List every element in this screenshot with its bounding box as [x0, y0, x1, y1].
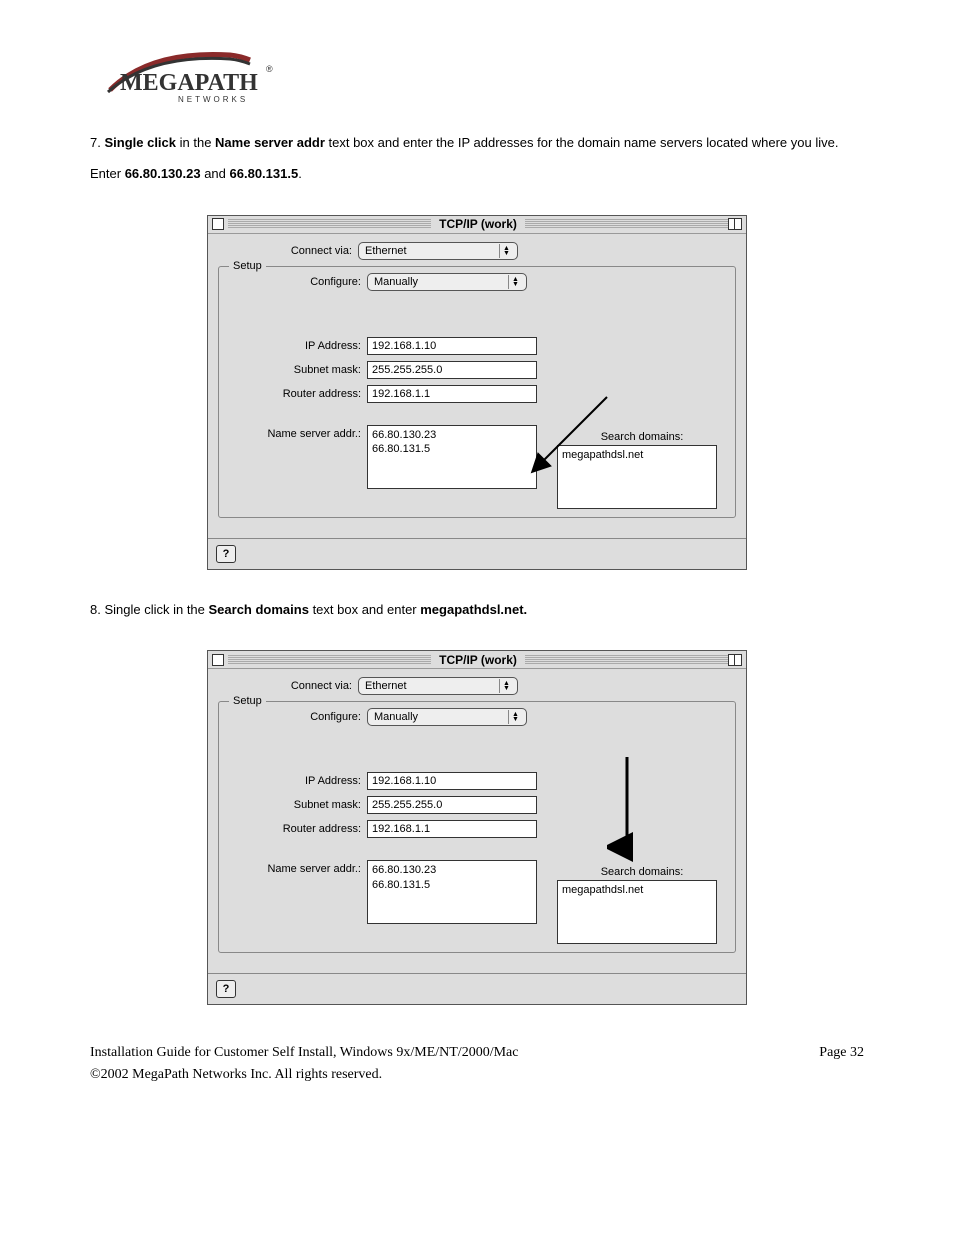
search-domains-input[interactable]: megapathdsl.net: [557, 445, 717, 509]
subnet-mask-label: Subnet mask:: [227, 361, 367, 376]
configure-select[interactable]: Manually ▲▼: [367, 273, 527, 291]
ip-address-label: IP Address:: [227, 772, 367, 787]
configure-select[interactable]: Manually ▲▼: [367, 708, 527, 726]
svg-text:®: ®: [266, 64, 273, 74]
search-domains-input[interactable]: megapathdsl.net: [557, 880, 717, 944]
name-server-label: Name server addr.:: [227, 860, 367, 875]
subnet-mask-input[interactable]: 255.255.255.0: [367, 796, 537, 814]
ip-address-input[interactable]: 192.168.1.10: [367, 337, 537, 355]
configure-label: Configure:: [227, 273, 367, 288]
tcpip-dialog-2: TCP/IP (work) Connect via: Ethernet ▲▼ S…: [207, 650, 747, 1005]
name-server-input[interactable]: 66.80.130.23 66.80.131.5: [367, 860, 537, 924]
connect-via-select[interactable]: Ethernet ▲▼: [358, 677, 518, 695]
tcpip-dialog-1: TCP/IP (work) Connect via: Ethernet ▲▼ S…: [207, 215, 747, 570]
router-address-label: Router address:: [227, 385, 367, 400]
megapath-logo: MEGAPATH ® NETWORKS: [90, 40, 864, 113]
dropdown-icon: ▲▼: [508, 275, 522, 289]
router-address-label: Router address:: [227, 820, 367, 835]
name-server-input[interactable]: 66.80.130.23 66.80.131.5: [367, 425, 537, 489]
dropdown-icon: ▲▼: [499, 679, 513, 693]
step7-values: Enter 66.80.130.23 and 66.80.131.5.: [90, 164, 864, 185]
subnet-mask-label: Subnet mask:: [227, 796, 367, 811]
router-address-input[interactable]: 192.168.1.1: [367, 385, 537, 403]
step8-instruction: 8. Single click in the Search domains te…: [90, 600, 864, 621]
page-footer: Installation Guide for Customer Self Ins…: [90, 1045, 864, 1061]
connect-via-label: Connect via:: [218, 242, 358, 257]
collapse-icon[interactable]: [728, 654, 742, 666]
subnet-mask-input[interactable]: 255.255.255.0: [367, 361, 537, 379]
copyright: ©2002 MegaPath Networks Inc. All rights …: [90, 1067, 864, 1083]
ip-address-input[interactable]: 192.168.1.10: [367, 772, 537, 790]
page-number: Page 32: [819, 1045, 864, 1061]
logo-text-main: MEGAPATH: [120, 70, 258, 96]
titlebar: TCP/IP (work): [208, 216, 746, 234]
window-title: TCP/IP (work): [431, 653, 525, 667]
router-address-input[interactable]: 192.168.1.1: [367, 820, 537, 838]
name-server-label: Name server addr.:: [227, 425, 367, 440]
configure-label: Configure:: [227, 708, 367, 723]
dropdown-icon: ▲▼: [508, 710, 522, 724]
titlebar: TCP/IP (work): [208, 651, 746, 669]
collapse-icon[interactable]: [728, 218, 742, 230]
search-domains-label: Search domains:: [557, 866, 727, 878]
dropdown-icon: ▲▼: [499, 244, 513, 258]
close-icon[interactable]: [212, 218, 224, 230]
close-icon[interactable]: [212, 654, 224, 666]
footer-title: Installation Guide for Customer Self Ins…: [90, 1045, 518, 1061]
step7-instruction: 7. Single click in the Name server addr …: [90, 133, 864, 154]
search-domains-label: Search domains:: [557, 431, 727, 443]
logo-text-sub: NETWORKS: [178, 95, 248, 104]
help-button[interactable]: ?: [216, 980, 236, 998]
window-title: TCP/IP (work): [431, 217, 525, 231]
setup-fieldset: Setup Configure: Manually ▲▼ IP Address:…: [218, 701, 736, 953]
setup-fieldset: Setup Configure: Manually ▲▼ IP Address:…: [218, 266, 736, 518]
connect-via-label: Connect via:: [218, 677, 358, 692]
ip-address-label: IP Address:: [227, 337, 367, 352]
connect-via-select[interactable]: Ethernet ▲▼: [358, 242, 518, 260]
help-button[interactable]: ?: [216, 545, 236, 563]
